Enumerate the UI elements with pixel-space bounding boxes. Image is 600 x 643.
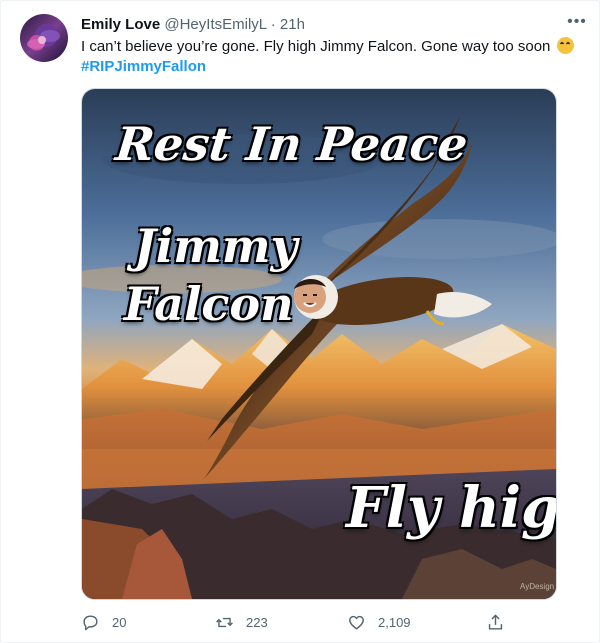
tweet-actions: 20 223 2,109: [81, 611, 511, 633]
avatar[interactable]: [20, 14, 68, 62]
separator-dot: ·: [270, 16, 276, 33]
reply-count: 20: [112, 614, 127, 630]
tweet-text: I can’t believe you’re gone. Fly high Ji…: [81, 37, 581, 57]
image-caption-rip: Rest In Peace: [113, 117, 471, 171]
tweet-card[interactable]: Emily Love @HeyItsEmilyL · 21h ••• I can…: [0, 0, 600, 643]
more-options-icon[interactable]: •••: [567, 14, 587, 35]
image-caption-jimmy: Jimmy: [134, 219, 298, 273]
tweet-image[interactable]: AyDesign Rest In Peace Jimmy Falcon Fly …: [81, 88, 557, 600]
like-count: 2,109: [378, 614, 411, 630]
retweet-count: 223: [246, 614, 268, 630]
tweet-header: Emily Love @HeyItsEmilyL · 21h: [81, 15, 305, 35]
like-button[interactable]: 2,109: [347, 611, 411, 633]
reply-button[interactable]: 20: [81, 611, 126, 633]
artist-signature: AyDesign: [520, 582, 554, 591]
rolling-eyes-emoji-icon: [556, 37, 574, 54]
avatar-image: [27, 30, 60, 49]
author-handle[interactable]: @HeyItsEmilyL: [164, 16, 266, 33]
share-button[interactable]: [486, 611, 505, 633]
retweet-icon: [216, 617, 233, 627]
image-caption-falcon: Falcon: [124, 277, 294, 331]
tweet-timestamp[interactable]: 21h: [280, 16, 305, 33]
heart-icon: [349, 615, 364, 630]
hashtag-link[interactable]: #RIPJimmyFallon: [81, 57, 206, 77]
tweet-body: I can’t believe you’re gone. Fly high Ji…: [81, 38, 551, 55]
image-caption-fly-high: Fly high: [346, 475, 557, 541]
share-icon: [488, 613, 503, 630]
retweet-button[interactable]: 223: [215, 611, 268, 633]
author-name[interactable]: Emily Love: [81, 16, 160, 33]
reply-icon: [83, 614, 98, 630]
